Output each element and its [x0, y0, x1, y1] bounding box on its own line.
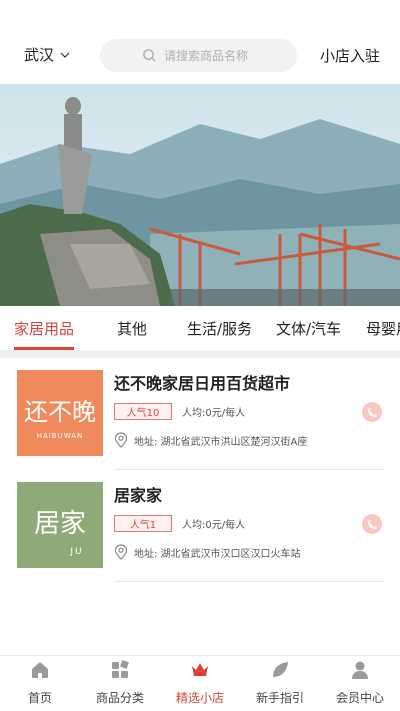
category-tabs: 家居用品 其他 生活/服务 文体/汽车 母婴用品 [0, 306, 400, 350]
home-icon [32, 662, 48, 678]
logo-text: 还不晚 [24, 398, 96, 426]
user-icon [352, 661, 368, 679]
logo-subtext: JU [69, 547, 83, 557]
location-pin-icon [114, 432, 128, 448]
phone-icon [367, 519, 377, 529]
address-text: 地址: 湖北省武汉市汉口区汉口火车站 [134, 548, 301, 560]
item-separator [114, 581, 384, 582]
phone-button[interactable] [362, 402, 382, 422]
popularity-badge: 人气10 [114, 403, 172, 420]
phone-icon [367, 407, 377, 417]
shop-address: 地址: 湖北省武汉市汉口区汉口火车站 [114, 544, 301, 560]
search-bar[interactable] [100, 39, 297, 72]
logo-subtext: HAIBUWAN [37, 432, 84, 440]
nav-label: 首页 [27, 691, 52, 705]
nav-label: 会员中心 [335, 691, 384, 705]
nav-label: 精选小店 [175, 691, 224, 705]
nav-guide[interactable]: 新手指引 [240, 656, 320, 711]
tab-baby-goods[interactable]: 母婴用品 [366, 318, 400, 339]
shop-logo: 还不晚 HAIBUWAN [17, 370, 103, 456]
tab-home-goods[interactable]: 家居用品 [14, 318, 74, 339]
shop-name[interactable]: 还不晚家居日用百货超市 [114, 370, 290, 394]
banner-image[interactable] [0, 84, 400, 306]
search-input[interactable] [164, 48, 294, 63]
store-join-button[interactable]: 小店入驻 [320, 45, 380, 66]
banner-illustration [0, 84, 400, 306]
nav-member-center[interactable]: 会员中心 [320, 656, 400, 711]
leaf-icon [273, 662, 288, 677]
location-pin-icon [114, 544, 128, 560]
tab-other[interactable]: 其他 [117, 318, 147, 339]
shop-address: 地址: 湖北省武汉市洪山区楚河汉街A座 [114, 432, 307, 448]
shop-logo: 居家 JU [17, 482, 103, 568]
tab-life-service[interactable]: 生活/服务 [187, 318, 252, 339]
average-price: 人均:0元/每人 [182, 520, 246, 531]
popularity-badge: 人气1 [114, 515, 172, 532]
nav-label: 新手指引 [255, 691, 304, 705]
section-divider [0, 350, 400, 358]
nav-home[interactable]: 首页 [0, 656, 80, 711]
category-icon [112, 660, 129, 678]
shop-name[interactable]: 居家家 [114, 482, 162, 506]
top-header: 武汉 小店入驻 [0, 0, 400, 84]
nav-categories[interactable]: 商品分类 [80, 656, 160, 711]
city-label: 武汉 [24, 46, 55, 64]
nav-featured-shops[interactable]: 精选小店 [160, 656, 240, 711]
search-icon [143, 49, 156, 62]
city-selector[interactable]: 武汉 [24, 44, 70, 65]
bottom-navigation: 首页 商品分类 精选小店 新手指引 会员中心 [0, 655, 400, 711]
shop-list-item[interactable]: 还不晚 HAIBUWAN 还不晚家居日用百货超市 人气10 人均:0元/每人 地… [0, 358, 400, 470]
tab-sports-auto[interactable]: 文体/汽车 [276, 318, 341, 339]
address-text: 地址: 湖北省武汉市洪山区楚河汉街A座 [134, 436, 308, 448]
nav-label: 商品分类 [95, 691, 144, 705]
shop-list-item[interactable]: 居家 JU 居家家 人气1 人均:0元/每人 地址: 湖北省武汉市汉口区汉口火车… [0, 470, 400, 582]
crown-icon [192, 663, 208, 676]
phone-button[interactable] [362, 514, 382, 534]
logo-text: 居家 [34, 509, 86, 539]
chevron-down-icon [60, 52, 70, 58]
average-price: 人均:0元/每人 [182, 408, 246, 419]
